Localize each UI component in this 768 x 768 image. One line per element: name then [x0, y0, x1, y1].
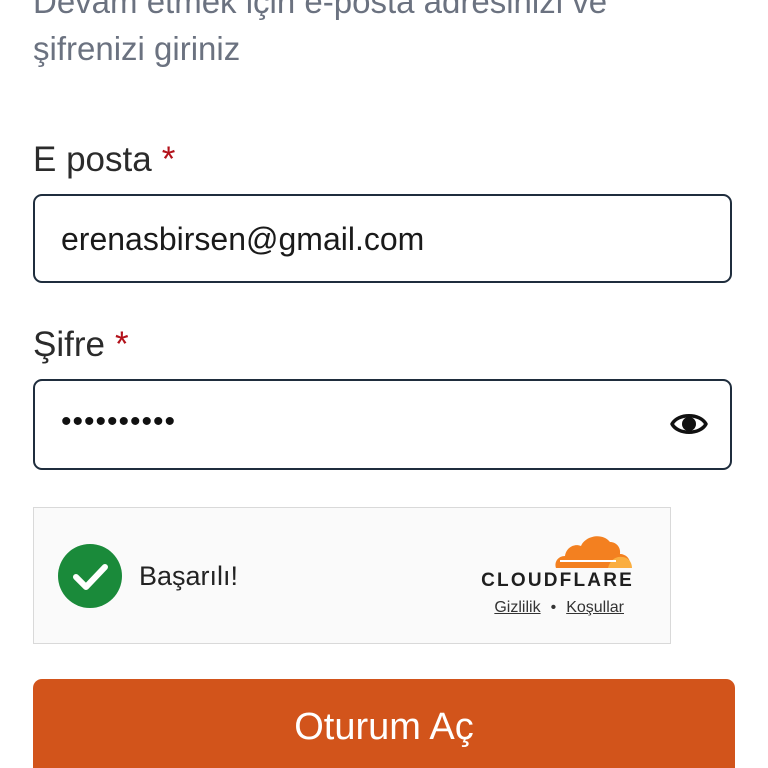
cloudflare-cloud-icon: [555, 536, 632, 568]
email-label-text: E posta: [33, 140, 152, 179]
privacy-link[interactable]: Gizlilik: [494, 599, 540, 616]
link-separator: •: [550, 599, 557, 616]
email-label: E posta *: [33, 140, 175, 180]
eye-icon[interactable]: [670, 407, 708, 441]
captcha-widget: Başarılı! CLOUDFLARE Gizlilik • Koşullar: [33, 507, 671, 644]
password-field[interactable]: ••••••••••: [33, 379, 732, 470]
captcha-status: Başarılı!: [139, 561, 239, 591]
email-value[interactable]: erenasbirsen@gmail.com: [61, 218, 424, 260]
cloudflare-links: Gizlilik • Koşullar: [494, 599, 624, 617]
cloudflare-wordmark: CLOUDFLARE: [481, 570, 634, 591]
required-mark: *: [114, 325, 129, 364]
check-circle-icon: [58, 544, 122, 608]
password-value[interactable]: ••••••••••: [61, 401, 176, 443]
sign-in-button[interactable]: Oturum Aç: [33, 679, 735, 768]
email-field[interactable]: erenasbirsen@gmail.com: [33, 194, 732, 283]
required-mark: *: [161, 140, 176, 179]
cloudflare-logo: CLOUDFLARE: [464, 530, 634, 591]
password-label: Şifre *: [33, 325, 129, 365]
password-label-text: Şifre: [33, 325, 105, 364]
form-subtitle: Devam etmek için e-posta adresinizi ve ş…: [33, 0, 608, 67]
login-form: Devam etmek için e-posta adresinizi ve ş…: [0, 0, 768, 768]
terms-link[interactable]: Koşullar: [566, 599, 624, 616]
